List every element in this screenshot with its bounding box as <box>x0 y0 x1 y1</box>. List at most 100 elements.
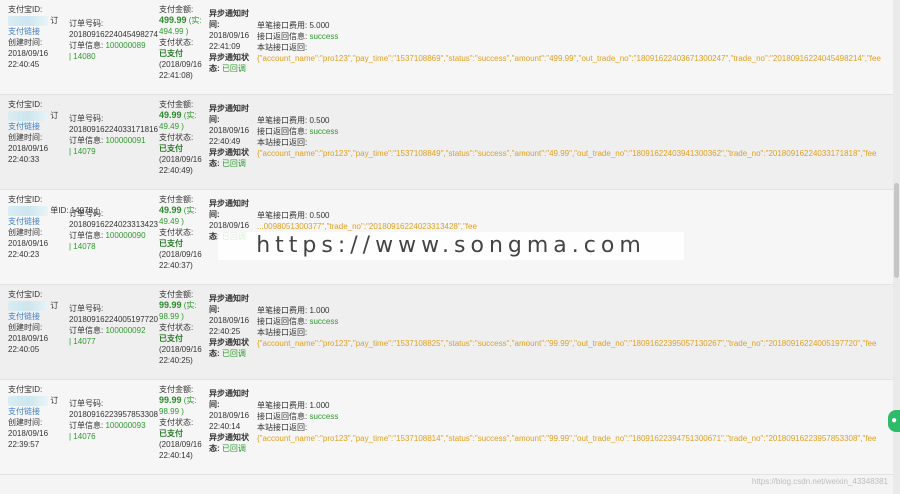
pay-amount-label: 支付金额: <box>159 100 194 109</box>
order-id: | 14079 <box>69 147 96 156</box>
scrollbar-thumb[interactable] <box>894 183 899 278</box>
masked-id <box>8 395 48 406</box>
pay-amount-label: 支付金额: <box>159 385 194 394</box>
notify-status-label-2: 态: <box>209 159 220 168</box>
local-return-label: 本站接口返回: <box>257 423 308 432</box>
actual-label: (实: <box>183 111 197 120</box>
order-info-value: 100000093 <box>105 421 146 430</box>
order-no-label: 订单号码: <box>69 19 104 28</box>
payment-link[interactable]: 支付链接 <box>8 122 40 131</box>
notify-cell: 异步通知时 间: 2018/09/16 22:40:49 异步通知状 态: 已回… <box>209 103 255 169</box>
order-no: 20180916224045498274 <box>69 30 158 39</box>
order-suffix: 订 <box>50 111 59 120</box>
return-value: success <box>309 32 339 41</box>
pay-status-label: 支付状态: <box>159 133 194 142</box>
pay-time: (2018/09/16 <box>159 440 202 449</box>
alipay-id-label: 支付宝ID: <box>8 385 43 394</box>
fee-value: 1.000 <box>309 306 330 315</box>
created-time: 22:40:05 <box>8 345 40 354</box>
order-cell: 订单号码: 20180916224033171816 订单信息: 1000000… <box>69 113 158 157</box>
local-return-json: ...0098051300377","trade_no":"2018091622… <box>257 222 477 231</box>
created-label: 创建时间: <box>8 418 43 427</box>
notify-time: 22:41:09 <box>209 42 241 51</box>
payment-link[interactable]: 支付链接 <box>8 27 40 36</box>
local-return-json: {"account_name":"pro123","pay_time":"153… <box>257 54 881 63</box>
pay-status-label: 支付状态: <box>159 228 194 237</box>
pay-status-label: 支付状态: <box>159 418 194 427</box>
order-suffix: 订 <box>50 16 59 25</box>
order-suffix: 订 <box>50 301 59 310</box>
notify-status-label-2: 态: <box>209 64 220 73</box>
payment-link[interactable]: 支付链接 <box>8 312 40 321</box>
order-row: 支付宝ID: 订 支付链接 创建时间: 2018/09/16 22:40:05 … <box>0 285 893 380</box>
payment-cell: 支付金额: 99.99 (实: 98.99 ) 支付状态: 已支付 (2018/… <box>159 384 207 461</box>
return-label: 接口返回信息: <box>257 317 308 326</box>
order-info-label: 订单信息: <box>69 136 104 145</box>
pay-time-2: 22:41:08) <box>159 71 193 80</box>
order-cell: 订单号码: 20180916224023313423 订单信息: 1000000… <box>69 208 158 252</box>
fee-value: 1.000 <box>309 401 330 410</box>
payment-link[interactable]: 支付链接 <box>8 407 40 416</box>
order-no-label: 订单号码: <box>69 399 104 408</box>
notify-label: 异步通知时 <box>209 9 249 18</box>
notify-time: 22:40:49 <box>209 137 241 146</box>
order-id: | 14077 <box>69 337 96 346</box>
alipay-cell: 支付宝ID: 订 支付链接 创建时间: 2018/09/16 22:40:45 <box>8 4 68 70</box>
order-id: | 14078 <box>69 242 96 251</box>
order-info-label: 订单信息: <box>69 421 104 430</box>
fee-label: 单笔接口费用: <box>257 401 308 410</box>
alipay-cell: 支付宝ID: 订 支付链接 创建时间: 2018/09/16 22:40:05 <box>8 289 68 355</box>
interface-cell: 单笔接口费用: 0.500 ...0098051300377","trade_n… <box>257 210 477 232</box>
pay-amount: 49.99 <box>159 110 182 120</box>
actual-label: (实: <box>183 396 197 405</box>
order-no: 20180916224023313423 <box>69 220 158 229</box>
pay-status-label: 支付状态: <box>159 323 194 332</box>
csdn-watermark: https://blog.csdn.net/weixin_43348381 <box>751 477 888 486</box>
notify-status-label-2: 态: <box>209 349 220 358</box>
fee-label: 单笔接口费用: <box>257 306 308 315</box>
local-return-label: 本站接口返回: <box>257 43 308 52</box>
payment-link[interactable]: 支付链接 <box>8 217 40 226</box>
interface-cell: 单笔接口费用: 0.500 接口返回信息: success 本站接口返回: {"… <box>257 115 876 159</box>
pay-time: (2018/09/16 <box>159 60 202 69</box>
return-value: success <box>309 317 339 326</box>
actual-label: (实: <box>188 16 202 25</box>
pay-status: 已支付 <box>159 429 183 438</box>
notify-status: 已回调 <box>221 159 246 168</box>
notify-label-2: 间: <box>209 115 220 124</box>
fee-label: 单笔接口费用: <box>257 116 308 125</box>
notify-status: 已回调 <box>221 64 246 73</box>
created-date: 2018/09/16 <box>8 239 49 248</box>
created-date: 2018/09/16 <box>8 429 49 438</box>
pay-time-2: 22:40:49) <box>159 166 193 175</box>
order-row: 支付宝ID: 订 支付链接 创建时间: 2018/09/16 22:39:57 … <box>0 380 893 475</box>
pay-time: (2018/09/16 <box>159 345 202 354</box>
fee-value: 0.500 <box>309 116 330 125</box>
chat-float-button[interactable]: ● <box>888 410 900 432</box>
payment-cell: 支付金额: 49.99 (实: 49.49 ) 支付状态: 已支付 (2018/… <box>159 99 207 176</box>
notify-status-label-2: 态: <box>209 444 220 453</box>
masked-id <box>8 15 48 26</box>
pay-amount: 99.99 <box>159 395 182 405</box>
watermark-text: https://www.songma.com <box>218 232 684 260</box>
pay-time-2: 22:40:25) <box>159 356 193 365</box>
fee-label: 单笔接口费用: <box>257 211 308 220</box>
order-id: | 14076 <box>69 432 96 441</box>
alipay-cell: 支付宝ID: 单ID: 14078 ( 支付链接 创建时间: 2018/09/1… <box>8 194 98 260</box>
pay-status: 已支付 <box>159 334 183 343</box>
alipay-id-label: 支付宝ID: <box>8 290 43 299</box>
order-row: 支付宝ID: 订 支付链接 创建时间: 2018/09/16 22:40:45 … <box>0 0 893 95</box>
payment-cell: 支付金额: 99.99 (实: 98.99 ) 支付状态: 已支付 (2018/… <box>159 289 207 366</box>
notify-cell: 异步通知时 间: 2018/09/16 22:40:25 异步通知状 态: 已回… <box>209 293 255 359</box>
notify-status: 已回调 <box>221 349 246 358</box>
actual-label: (实: <box>183 301 197 310</box>
order-row: 支付宝ID: 订 支付链接 创建时间: 2018/09/16 22:40:33 … <box>0 95 893 190</box>
order-info-value: 100000090 <box>105 231 146 240</box>
pay-time-2: 22:40:37) <box>159 261 193 270</box>
alipay-cell: 支付宝ID: 订 支付链接 创建时间: 2018/09/16 22:39:57 <box>8 384 68 450</box>
local-return-label: 本站接口返回: <box>257 138 308 147</box>
order-no: 20180916223957853308 <box>69 410 158 419</box>
notify-status-label: 异步通知状 <box>209 53 249 62</box>
local-return-json: {"account_name":"pro123","pay_time":"153… <box>257 149 877 158</box>
fee-value: 5.000 <box>309 21 330 30</box>
